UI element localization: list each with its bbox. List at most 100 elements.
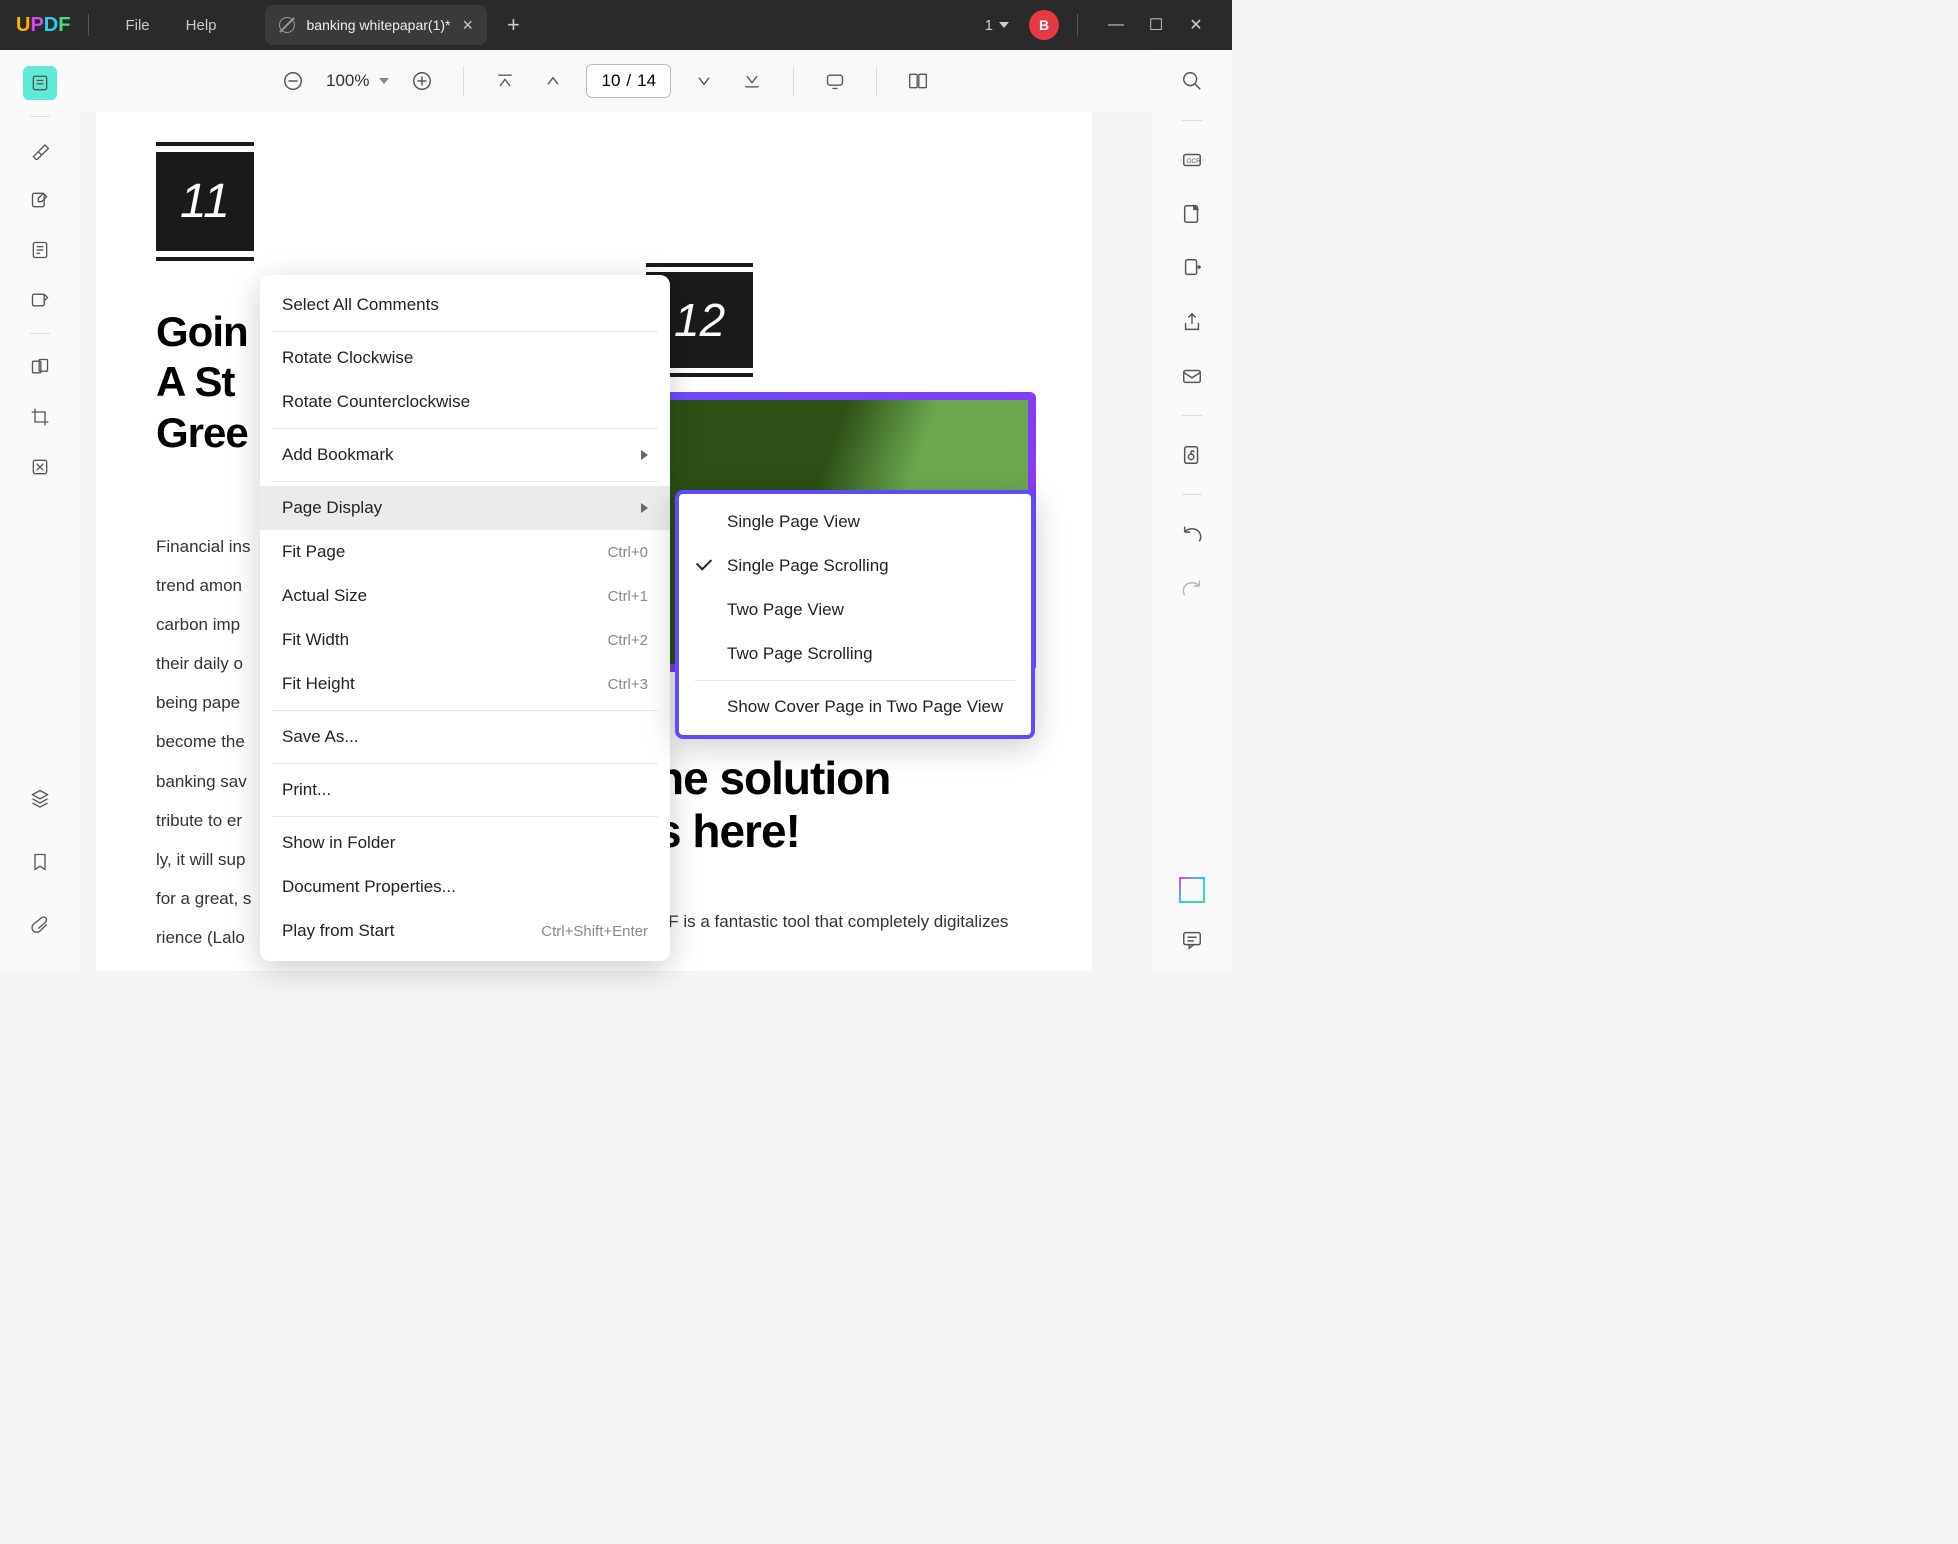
close-window-button[interactable]: ✕ (1176, 5, 1216, 45)
ctx-actual-size[interactable]: Actual SizeCtrl+1 (260, 574, 670, 618)
current-page: 10 (601, 71, 620, 91)
chevron-down-icon[interactable] (999, 22, 1009, 28)
shortcut: Ctrl+Shift+Enter (541, 923, 648, 940)
export-button[interactable] (1177, 253, 1207, 283)
top-toolbar: 100% 10 / 14 (80, 50, 1152, 112)
window-count[interactable]: 1 (985, 17, 993, 34)
search-button[interactable] (1177, 66, 1207, 96)
ctx-fit-page[interactable]: Fit PageCtrl+0 (260, 530, 670, 574)
comment-panel-button[interactable] (1177, 925, 1207, 955)
ctx-rotate-clockwise[interactable]: Rotate Clockwise (260, 336, 670, 380)
ctx-document-properties[interactable]: Document Properties... (260, 865, 670, 909)
sub-two-page-view[interactable]: Two Page View (679, 588, 1031, 632)
divider (876, 66, 877, 96)
first-page-button[interactable] (490, 66, 520, 96)
context-menu: Select All Comments Rotate Clockwise Rot… (260, 275, 670, 961)
protect-button[interactable] (1177, 440, 1207, 470)
organize-tool[interactable] (23, 350, 57, 384)
convert-button[interactable] (1177, 199, 1207, 229)
ctx-save-as[interactable]: Save As... (260, 715, 670, 759)
menu-file[interactable]: File (125, 17, 149, 34)
tab-title: banking whitepapar(1)* (307, 17, 451, 33)
sub-show-cover-page[interactable]: Show Cover Page in Two Page View (679, 685, 1031, 729)
shortcut: Ctrl+3 (608, 676, 648, 693)
document-tab[interactable]: banking whitepapar(1)* × (265, 5, 488, 45)
heading-right: he solutions here! (656, 752, 890, 858)
last-page-button[interactable] (737, 66, 767, 96)
page-layout-button[interactable] (903, 66, 933, 96)
zoom-out-button[interactable] (278, 66, 308, 96)
chevron-down-icon (379, 78, 389, 84)
svg-text:OCR: OCR (1187, 158, 1202, 165)
ctx-page-display[interactable]: Page Display (260, 486, 670, 530)
new-tab-button[interactable]: + (507, 12, 520, 38)
ai-assistant-button[interactable] (1177, 875, 1207, 905)
prev-page-button[interactable] (538, 66, 568, 96)
divider (272, 331, 658, 332)
zoom-dropdown[interactable]: 100% (326, 71, 389, 91)
divider (272, 816, 658, 817)
divider (30, 333, 50, 334)
page-tool[interactable] (23, 233, 57, 267)
attachment-button[interactable] (23, 909, 57, 943)
divider (272, 763, 658, 764)
titlebar: UPDF File Help banking whitepapar(1)* × … (0, 0, 1232, 50)
total-pages: 14 (637, 71, 656, 91)
compress-tool[interactable] (23, 450, 57, 484)
chevron-right-icon (641, 450, 648, 460)
ctx-play-from-start[interactable]: Play from StartCtrl+Shift+Enter (260, 909, 670, 953)
sub-two-page-scrolling[interactable]: Two Page Scrolling (679, 632, 1031, 676)
undo-button[interactable] (1177, 519, 1207, 549)
page-display-submenu: Single Page View Single Page Scrolling T… (675, 490, 1035, 739)
share-button[interactable] (1177, 307, 1207, 337)
divider (793, 66, 794, 96)
presentation-button[interactable] (820, 66, 850, 96)
body-text-right: DF is a fantastic tool that completely d… (656, 902, 1036, 971)
left-sidebar (0, 50, 80, 971)
divider (695, 680, 1015, 681)
divider (1182, 120, 1202, 121)
divider (463, 66, 464, 96)
menu-help[interactable]: Help (186, 17, 217, 34)
ocr-button[interactable]: OCR (1177, 145, 1207, 175)
shortcut: Ctrl+2 (608, 632, 648, 649)
minimize-button[interactable]: — (1096, 5, 1136, 45)
redo-button[interactable] (1177, 573, 1207, 603)
maximize-button[interactable]: ☐ (1136, 5, 1176, 45)
divider (272, 428, 658, 429)
zoom-in-button[interactable] (407, 66, 437, 96)
app-logo: UPDF (16, 14, 70, 37)
divider (272, 710, 658, 711)
ctx-print[interactable]: Print... (260, 768, 670, 812)
tab-unsaved-icon (279, 17, 295, 33)
edit-tool[interactable] (23, 183, 57, 217)
sub-single-page-scrolling[interactable]: Single Page Scrolling (679, 544, 1031, 588)
shortcut: Ctrl+1 (608, 588, 648, 605)
zoom-value: 100% (326, 71, 369, 91)
user-avatar[interactable]: B (1029, 10, 1059, 40)
heading-left: GoinA StGree (156, 307, 248, 458)
ctx-show-in-folder[interactable]: Show in Folder (260, 821, 670, 865)
ctx-fit-width[interactable]: Fit WidthCtrl+2 (260, 618, 670, 662)
next-page-button[interactable] (689, 66, 719, 96)
reader-mode-button[interactable] (23, 66, 57, 100)
page-input[interactable]: 10 / 14 (586, 64, 671, 98)
right-sidebar: OCR (1152, 50, 1232, 971)
divider (1182, 415, 1202, 416)
chevron-right-icon (641, 503, 648, 513)
form-tool[interactable] (23, 283, 57, 317)
shortcut: Ctrl+0 (608, 544, 648, 561)
ctx-fit-height[interactable]: Fit HeightCtrl+3 (260, 662, 670, 706)
close-tab-icon[interactable]: × (462, 15, 473, 36)
ctx-add-bookmark[interactable]: Add Bookmark (260, 433, 670, 477)
ctx-select-all-comments[interactable]: Select All Comments (260, 283, 670, 327)
email-button[interactable] (1177, 361, 1207, 391)
bookmark-panel-button[interactable] (23, 845, 57, 879)
highlighter-tool[interactable] (23, 133, 57, 167)
layers-button[interactable] (23, 781, 57, 815)
ctx-rotate-counterclockwise[interactable]: Rotate Counterclockwise (260, 380, 670, 424)
crop-tool[interactable] (23, 400, 57, 434)
divider (1182, 494, 1202, 495)
sub-single-page-view[interactable]: Single Page View (679, 500, 1031, 544)
divider (1077, 14, 1078, 36)
